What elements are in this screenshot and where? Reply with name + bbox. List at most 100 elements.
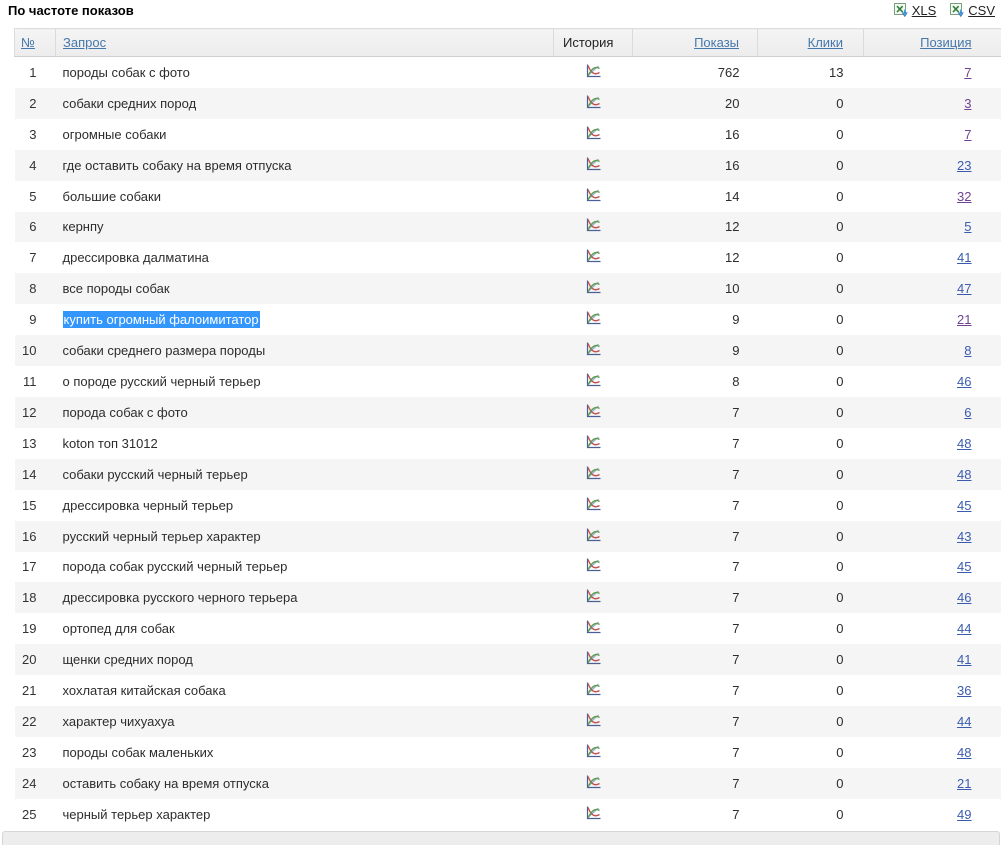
history-chart-icon[interactable] — [585, 218, 601, 232]
position-link[interactable]: 41 — [957, 250, 971, 265]
table-row: 3огромные собаки 1607 — [15, 119, 1001, 150]
row-number: 14 — [15, 459, 56, 490]
history-chart-icon[interactable] — [585, 806, 601, 820]
row-number: 23 — [15, 737, 56, 768]
impressions-value: 9 — [633, 304, 758, 335]
history-chart-icon[interactable] — [585, 589, 601, 603]
query-text-selected: купить огромный фалоимитатор — [63, 311, 260, 328]
position-link[interactable]: 49 — [957, 807, 971, 822]
row-number: 19 — [15, 613, 56, 644]
position-link[interactable]: 6 — [964, 405, 971, 420]
position-link[interactable]: 3 — [964, 96, 971, 111]
export-csv-link[interactable]: CSV — [950, 2, 995, 18]
position-link[interactable]: 23 — [957, 158, 971, 173]
export-links: XLS CSV — [894, 2, 995, 18]
query-text: собаки русский черный терьер — [63, 467, 248, 482]
history-chart-icon[interactable] — [585, 64, 601, 78]
position-link[interactable]: 44 — [957, 714, 971, 729]
impressions-value: 20 — [633, 88, 758, 119]
clicks-value: 0 — [758, 737, 864, 768]
clicks-value: 0 — [758, 552, 864, 583]
position-link[interactable]: 48 — [957, 745, 971, 760]
query-text: все породы собак — [63, 281, 170, 296]
clicks-value: 0 — [758, 242, 864, 273]
query-text: щенки средних пород — [63, 652, 193, 667]
position-link[interactable]: 5 — [964, 219, 971, 234]
clicks-value: 0 — [758, 366, 864, 397]
table-row: 22характер чихуахуа 7044 — [15, 706, 1001, 737]
table-row: 6кернпу 1205 — [15, 212, 1001, 243]
table-footer-bar — [2, 831, 1000, 845]
position-link[interactable]: 32 — [957, 189, 971, 204]
row-number: 6 — [15, 212, 56, 243]
clicks-value: 0 — [758, 119, 864, 150]
history-chart-icon[interactable] — [585, 713, 601, 727]
position-link[interactable]: 7 — [964, 127, 971, 142]
position-link[interactable]: 41 — [957, 652, 971, 667]
history-chart-icon[interactable] — [585, 126, 601, 140]
history-chart-icon[interactable] — [585, 528, 601, 542]
position-link[interactable]: 45 — [957, 498, 971, 513]
history-chart-icon[interactable] — [585, 682, 601, 696]
position-link[interactable]: 7 — [964, 65, 971, 80]
sort-by-impressions-link[interactable]: Показы — [694, 35, 739, 50]
sort-by-position-link[interactable]: Позиция — [920, 35, 971, 50]
history-chart-icon[interactable] — [585, 651, 601, 665]
table-row: 9купить огромный фалоимитатор 9021 — [15, 304, 1001, 335]
history-chart-icon[interactable] — [585, 466, 601, 480]
clicks-value: 0 — [758, 304, 864, 335]
table-row: 18дрессировка русского черного терьера 7… — [15, 582, 1001, 613]
row-number: 11 — [15, 366, 56, 397]
history-chart-icon[interactable] — [585, 404, 601, 418]
position-link[interactable]: 21 — [957, 776, 971, 791]
query-text: порода собак с фото — [63, 405, 188, 420]
query-text: где оставить собаку на время отпуска — [63, 158, 292, 173]
impressions-value: 12 — [633, 212, 758, 243]
history-chart-icon[interactable] — [585, 342, 601, 356]
excel-file-icon — [950, 2, 965, 18]
history-chart-icon[interactable] — [585, 435, 601, 449]
history-chart-icon[interactable] — [585, 249, 601, 263]
table-row: 17порода собак русский черный терьер 704… — [15, 552, 1001, 583]
history-chart-icon[interactable] — [585, 373, 601, 387]
position-link[interactable]: 46 — [957, 590, 971, 605]
position-link[interactable]: 48 — [957, 467, 971, 482]
position-link[interactable]: 43 — [957, 529, 971, 544]
impressions-value: 7 — [633, 490, 758, 521]
history-chart-icon[interactable] — [585, 188, 601, 202]
position-link[interactable]: 21 — [957, 312, 971, 327]
history-chart-icon[interactable] — [585, 744, 601, 758]
export-xls-link[interactable]: XLS — [894, 2, 937, 18]
impressions-value: 7 — [633, 675, 758, 706]
position-link[interactable]: 45 — [957, 559, 971, 574]
query-text: русский черный терьер характер — [63, 529, 261, 544]
history-chart-icon[interactable] — [585, 95, 601, 109]
row-number: 7 — [15, 242, 56, 273]
query-text: кернпу — [63, 219, 104, 234]
impressions-value: 7 — [633, 552, 758, 583]
row-number: 8 — [15, 273, 56, 304]
position-link[interactable]: 48 — [957, 436, 971, 451]
history-chart-icon[interactable] — [585, 775, 601, 789]
sort-by-clicks-link[interactable]: Клики — [808, 35, 843, 50]
history-chart-icon[interactable] — [585, 497, 601, 511]
position-link[interactable]: 36 — [957, 683, 971, 698]
position-link[interactable]: 46 — [957, 374, 971, 389]
history-chart-icon[interactable] — [585, 620, 601, 634]
history-chart-icon[interactable] — [585, 311, 601, 325]
history-chart-icon[interactable] — [585, 157, 601, 171]
clicks-value: 0 — [758, 644, 864, 675]
clicks-value: 13 — [758, 57, 864, 88]
history-chart-icon[interactable] — [585, 280, 601, 294]
table-row: 8все породы собак 10047 — [15, 273, 1001, 304]
query-text: характер чихуахуа — [63, 714, 175, 729]
query-text: породы собак с фото — [63, 65, 190, 80]
row-number: 25 — [15, 799, 56, 830]
table-row: 21хохлатая китайская собака 7036 — [15, 675, 1001, 706]
position-link[interactable]: 44 — [957, 621, 971, 636]
history-chart-icon[interactable] — [585, 558, 601, 572]
sort-by-query-link[interactable]: Запрос — [63, 35, 106, 50]
sort-by-number-link[interactable]: № — [21, 35, 35, 50]
position-link[interactable]: 47 — [957, 281, 971, 296]
position-link[interactable]: 8 — [964, 343, 971, 358]
